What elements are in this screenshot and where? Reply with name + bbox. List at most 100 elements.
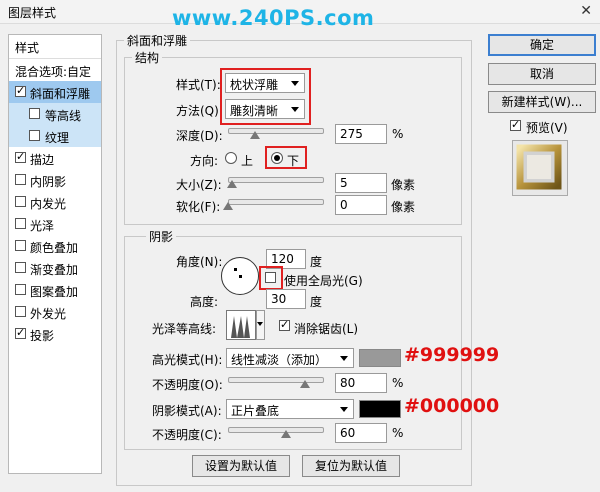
soften-slider[interactable] bbox=[228, 199, 324, 205]
highlight-mode-select[interactable]: 线性减淡（添加） bbox=[226, 348, 354, 368]
style-item-gradient-overlay[interactable]: 渐变叠加 bbox=[9, 257, 101, 279]
chevron-down-icon bbox=[257, 322, 263, 326]
highlight-color-swatch[interactable] bbox=[359, 349, 401, 367]
global-light-label: 使用全局光(G) bbox=[284, 274, 363, 288]
highlight-box-style bbox=[220, 68, 311, 125]
highlight-opacity-unit: % bbox=[392, 376, 404, 390]
bevel-emboss-title: 斜面和浮雕 bbox=[124, 32, 191, 49]
shadow-opacity-slider[interactable] bbox=[228, 427, 324, 433]
preview-label: 预览(V) bbox=[526, 121, 568, 135]
soften-unit: 像素 bbox=[391, 200, 416, 214]
new-style-button[interactable]: 新建样式(W)... bbox=[488, 91, 596, 113]
direction-up-radio[interactable] bbox=[225, 152, 237, 164]
style-list: 样式 混合选项:自定 斜面和浮雕 等高线 纹理 描边 内阴影 内发光 光泽 颜色… bbox=[8, 34, 102, 474]
depth-label: 深度(D): bbox=[176, 129, 223, 143]
angle-unit: 度 bbox=[310, 255, 323, 269]
structure-title: 结构 bbox=[132, 49, 163, 66]
texture-checkbox[interactable] bbox=[29, 130, 40, 141]
altitude-label: 高度: bbox=[190, 295, 219, 309]
inner-glow-checkbox[interactable] bbox=[15, 196, 26, 207]
style-item-texture[interactable]: 纹理 bbox=[9, 125, 101, 147]
outer-glow-checkbox[interactable] bbox=[15, 306, 26, 317]
style-item-bevel[interactable]: 斜面和浮雕 bbox=[9, 81, 101, 103]
direction-label: 方向: bbox=[190, 154, 219, 168]
antialias-label: 消除锯齿(L) bbox=[294, 322, 359, 336]
stroke-checkbox[interactable] bbox=[15, 150, 26, 163]
style-item-drop-shadow[interactable]: 投影 bbox=[9, 323, 101, 345]
chevron-down-icon bbox=[340, 356, 348, 361]
style-item-contour[interactable]: 等高线 bbox=[9, 103, 101, 125]
highlight-opacity-label: 不透明度(O): bbox=[152, 378, 223, 392]
shadow-opacity-thumb[interactable] bbox=[281, 430, 291, 438]
direction-up-label: 上 bbox=[241, 154, 254, 168]
soften-slider-thumb[interactable] bbox=[223, 202, 233, 210]
highlight-opacity-thumb[interactable] bbox=[300, 380, 310, 388]
shadow-opacity-label: 不透明度(C): bbox=[152, 428, 222, 442]
depth-slider-thumb[interactable] bbox=[250, 131, 260, 139]
bevel-checkbox[interactable] bbox=[15, 84, 26, 97]
style-label: 样式(T): bbox=[176, 78, 221, 92]
style-item-outer-glow[interactable]: 外发光 bbox=[9, 301, 101, 323]
set-default-button[interactable]: 设置为默认值 bbox=[192, 455, 290, 477]
highlight-box-direction bbox=[265, 146, 307, 169]
style-item-satin[interactable]: 光泽 bbox=[9, 213, 101, 235]
altitude-unit: 度 bbox=[310, 295, 323, 309]
gloss-contour-dropdown[interactable] bbox=[256, 310, 265, 340]
shading-title: 阴影 bbox=[146, 228, 177, 245]
watermark: www.240PS.com bbox=[172, 6, 375, 30]
chevron-down-icon bbox=[340, 407, 348, 412]
style-item-color-overlay[interactable]: 颜色叠加 bbox=[9, 235, 101, 257]
highlight-color-hex: #999999 bbox=[404, 344, 500, 366]
ok-button[interactable]: 确定 bbox=[488, 34, 596, 56]
angle-dial-center bbox=[239, 275, 242, 278]
soften-input[interactable]: 0 bbox=[335, 195, 387, 215]
bevel-frame-icon bbox=[516, 144, 562, 190]
shadow-opacity-unit: % bbox=[392, 426, 404, 440]
style-item-inner-glow[interactable]: 内发光 bbox=[9, 191, 101, 213]
gloss-contour-label: 光泽等高线: bbox=[152, 322, 217, 336]
satin-checkbox[interactable] bbox=[15, 218, 26, 229]
size-unit: 像素 bbox=[391, 178, 416, 192]
cancel-button[interactable]: 取消 bbox=[488, 63, 596, 85]
size-label: 大小(Z): bbox=[176, 178, 222, 192]
window-title: 图层样式 bbox=[8, 6, 57, 20]
blending-options[interactable]: 混合选项:自定 bbox=[9, 58, 101, 80]
shadow-color-swatch[interactable] bbox=[359, 400, 401, 418]
size-slider-thumb[interactable] bbox=[227, 180, 237, 188]
gradient-overlay-checkbox[interactable] bbox=[15, 262, 26, 273]
size-input[interactable]: 5 bbox=[335, 173, 387, 193]
angle-label: 角度(N): bbox=[176, 255, 223, 269]
angle-dial-marker bbox=[234, 268, 237, 271]
close-icon[interactable]: ✕ bbox=[580, 3, 592, 19]
style-item-pattern-overlay[interactable]: 图案叠加 bbox=[9, 279, 101, 301]
color-overlay-checkbox[interactable] bbox=[15, 240, 26, 251]
style-item-inner-shadow[interactable]: 内阴影 bbox=[9, 169, 101, 191]
shadow-opacity-input[interactable]: 60 bbox=[335, 423, 387, 443]
gloss-contour-picker[interactable] bbox=[226, 310, 256, 340]
depth-unit: % bbox=[392, 127, 404, 141]
reset-default-button[interactable]: 复位为默认值 bbox=[302, 455, 400, 477]
angle-dial[interactable] bbox=[221, 257, 259, 295]
preview-checkbox[interactable] bbox=[510, 118, 521, 131]
size-slider[interactable] bbox=[228, 177, 324, 183]
gloss-contour-icon bbox=[228, 316, 254, 338]
altitude-input[interactable]: 30 bbox=[266, 289, 306, 309]
highlight-opacity-input[interactable]: 80 bbox=[335, 373, 387, 393]
highlight-box-global-light bbox=[259, 266, 283, 290]
style-item-stroke[interactable]: 描边 bbox=[9, 147, 101, 169]
depth-slider[interactable] bbox=[228, 128, 324, 134]
inner-shadow-checkbox[interactable] bbox=[15, 174, 26, 185]
contour-checkbox[interactable] bbox=[29, 108, 40, 119]
depth-input[interactable]: 275 bbox=[335, 124, 387, 144]
highlight-mode-label: 高光模式(H): bbox=[152, 353, 223, 367]
pattern-overlay-checkbox[interactable] bbox=[15, 284, 26, 295]
technique-label: 方法(Q): bbox=[176, 104, 223, 118]
style-list-header[interactable]: 样式 bbox=[9, 35, 101, 57]
style-preview-thumbnail bbox=[512, 140, 568, 196]
shadow-mode-select[interactable]: 正片叠底 bbox=[226, 399, 354, 419]
soften-label: 软化(F): bbox=[176, 200, 221, 214]
shadow-color-hex: #000000 bbox=[404, 395, 500, 417]
drop-shadow-checkbox[interactable] bbox=[15, 326, 26, 339]
antialias-checkbox[interactable] bbox=[279, 318, 290, 331]
shadow-mode-label: 阴影模式(A): bbox=[152, 404, 222, 418]
